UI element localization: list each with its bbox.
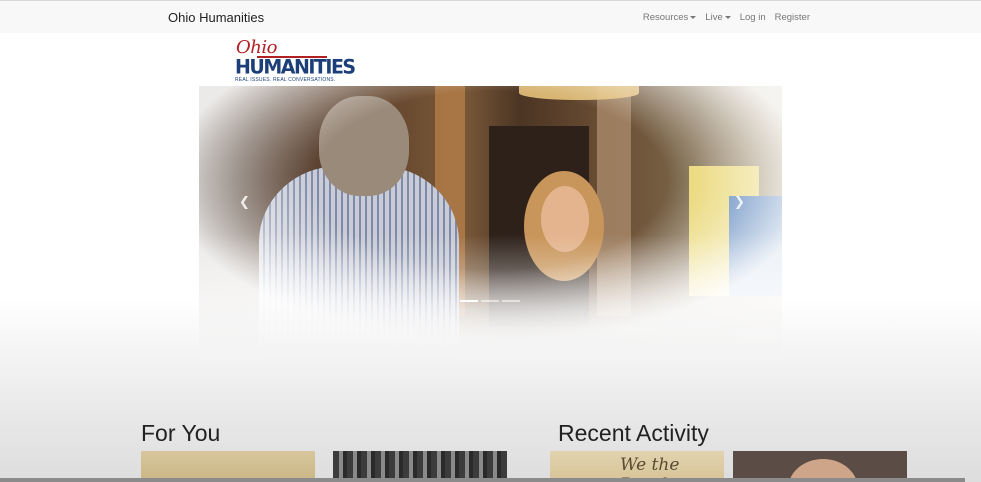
- navbar: Ohio Humanities Resources Live Log in Re…: [0, 0, 981, 33]
- nav-item-live[interactable]: Live: [705, 12, 731, 23]
- section-title-recent-activity: Recent Activity: [558, 420, 709, 446]
- nav-item-register[interactable]: Register: [775, 12, 810, 23]
- nav-menu: Resources Live Log in Register: [643, 12, 810, 23]
- caret-down-icon: [690, 15, 697, 19]
- ohio-humanities-logo[interactable]: Ohio HUMANITIES REAL ISSUES. REAL CONVER…: [235, 37, 356, 85]
- nav-item-resources[interactable]: Resources: [643, 12, 697, 23]
- logo-wordmark: HUMANITIES: [235, 55, 356, 79]
- chevron-left-icon[interactable]: ❮: [239, 194, 250, 210]
- logo-tagline: REAL ISSUES. REAL CONVERSATIONS.: [235, 77, 336, 83]
- nav-item-login[interactable]: Log in: [740, 12, 766, 23]
- caret-down-icon: [724, 15, 731, 19]
- section-title-for-you: For You: [141, 420, 221, 446]
- horizontal-scrollbar[interactable]: [0, 478, 965, 482]
- chevron-right-icon[interactable]: ❯: [734, 194, 745, 210]
- brand-link[interactable]: Ohio Humanities: [168, 10, 264, 25]
